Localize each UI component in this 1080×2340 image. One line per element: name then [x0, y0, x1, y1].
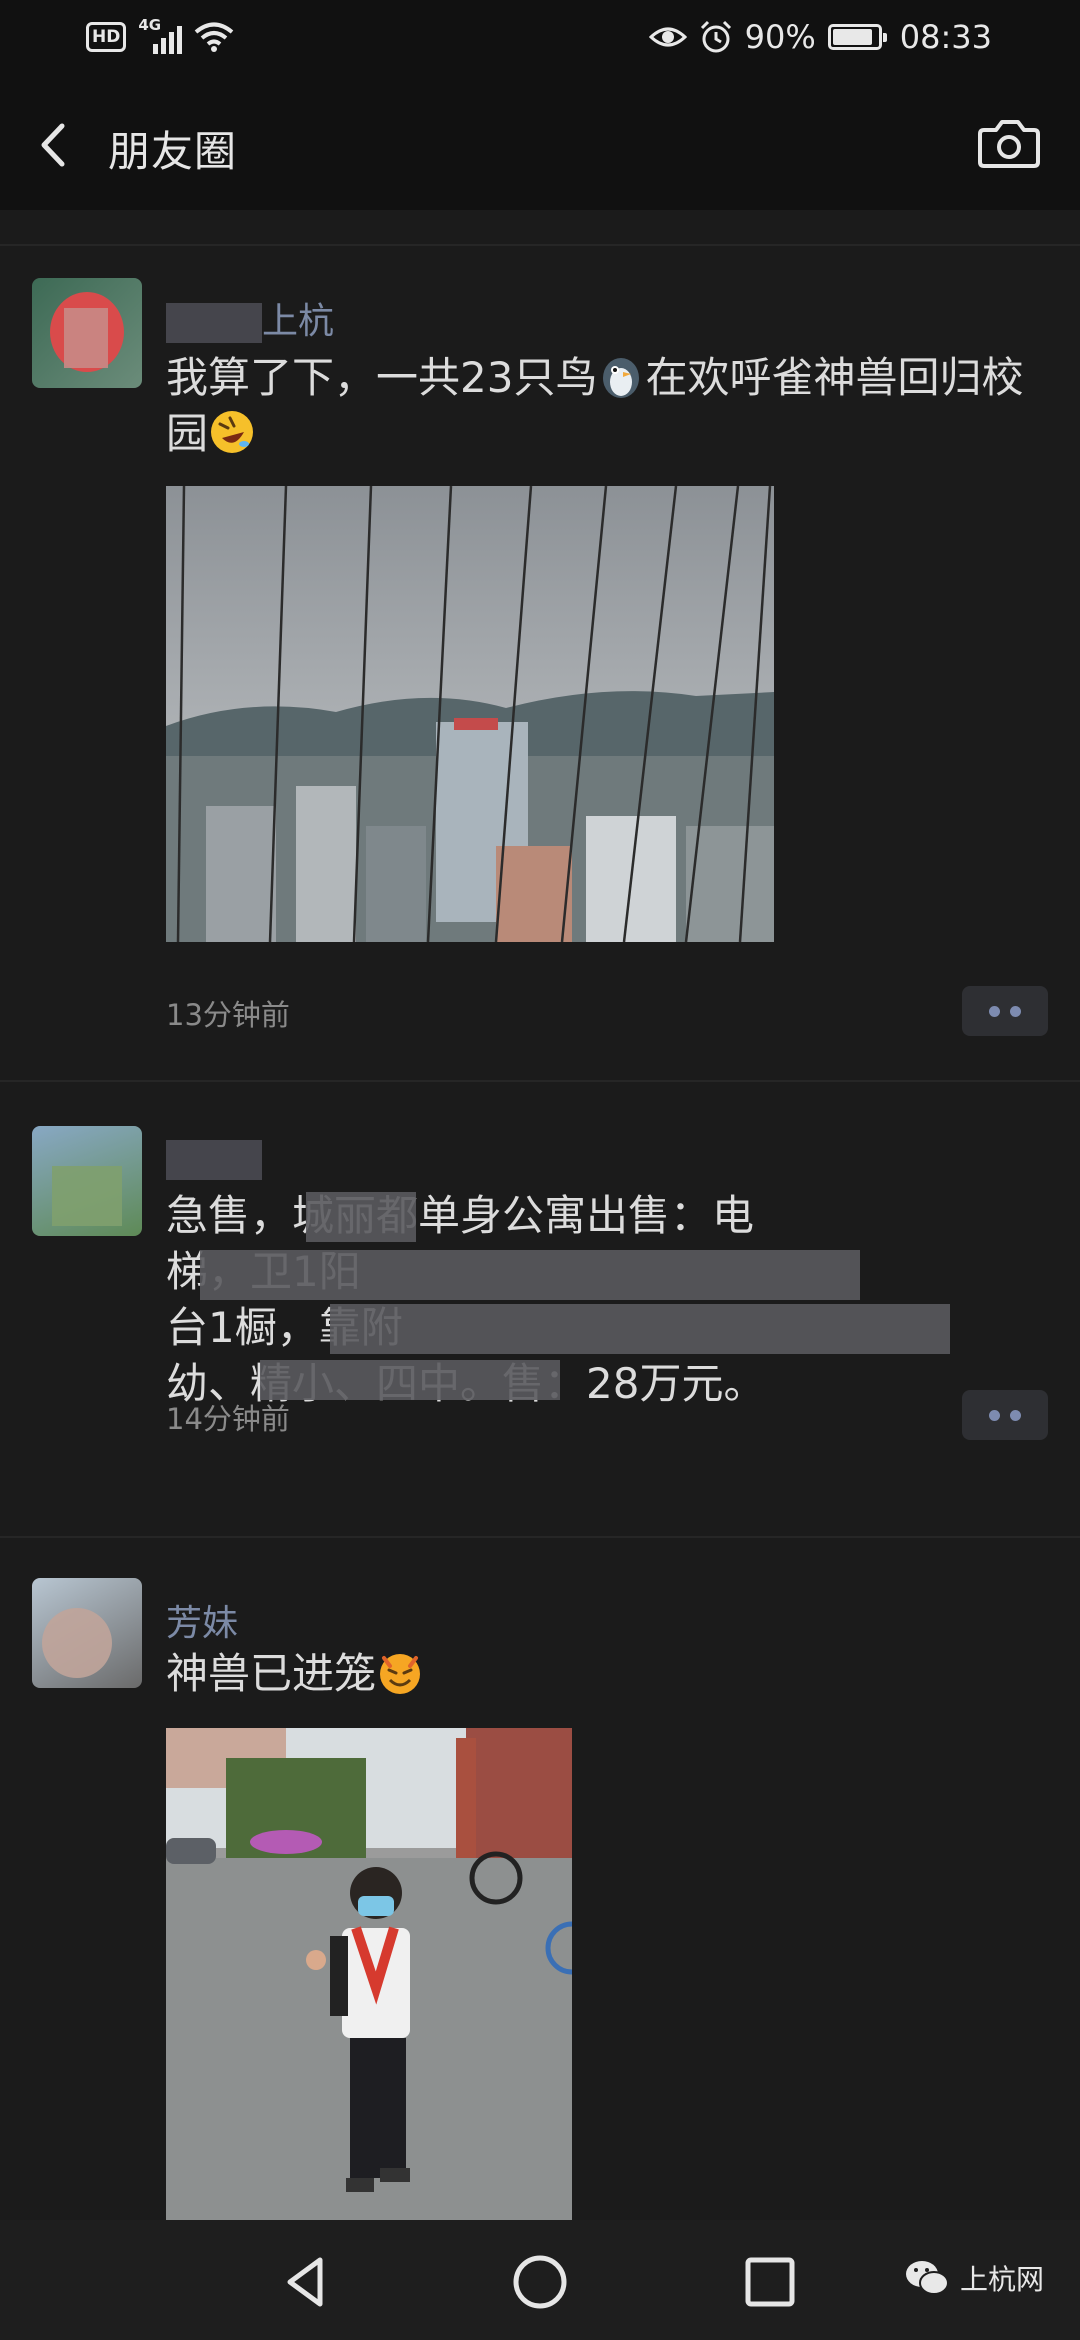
dot-icon [1010, 1409, 1021, 1421]
post-text: 我算了下，一共23只鸟 在欢呼雀神兽回归校园 [166, 353, 1024, 458]
nav-recents-button[interactable] [738, 2250, 802, 2314]
watermark-text: 上杭网 [959, 2263, 1044, 2296]
header: 朋友圈 [0, 80, 1080, 210]
avatar[interactable] [32, 1126, 142, 1236]
alarm-icon [700, 20, 731, 53]
comment-like-button[interactable] [962, 1390, 1048, 1440]
moments-feed[interactable]: 上杭 我算了下，一共23只鸟 在欢呼雀神兽回归校园 13分钟前 急售，城丽都单身… [0, 210, 1080, 2220]
divider [0, 244, 1080, 246]
penguin-emoji-icon [603, 358, 640, 398]
wifi-icon [195, 22, 234, 52]
rolling-laughing-emoji-icon [211, 411, 254, 453]
post-nickname[interactable] [166, 1138, 262, 1180]
page-title: 朋友圈 [108, 127, 238, 176]
wechat-logo-icon [905, 2261, 949, 2295]
post-photo[interactable] [166, 486, 774, 942]
battery-percent: 90% [744, 18, 816, 56]
system-navigation-bar: 上杭网 [0, 2220, 1080, 2340]
status-left: HD 4G [86, 16, 234, 54]
hd-badge: HD [86, 22, 127, 52]
battery-icon [827, 24, 887, 50]
post-photo[interactable] [166, 1728, 572, 2220]
triangle-back-icon [287, 2257, 323, 2307]
watermark: 上杭网 [904, 2258, 1044, 2298]
nav-home-button[interactable] [508, 2250, 572, 2314]
eye-comfort-icon [648, 27, 687, 47]
avatar[interactable] [32, 1578, 142, 1688]
post-nickname[interactable]: 芳妹 [166, 1594, 238, 1646]
battery-level [832, 29, 873, 45]
dot-icon [989, 1005, 1000, 1017]
chevron-left-icon [41, 123, 65, 167]
square-recents-icon [745, 2257, 795, 2307]
divider [0, 1536, 1080, 1538]
camera-icon [978, 120, 1040, 168]
avatar[interactable] [32, 278, 142, 388]
circle-home-icon [513, 2255, 567, 2309]
cellular-signal-icon: 4G [138, 16, 183, 54]
privacy-mosaic [260, 1360, 560, 1400]
comment-like-button[interactable] [962, 986, 1048, 1036]
privacy-mosaic [330, 1304, 950, 1354]
post-text: 神兽已进笼 [166, 1646, 1026, 1702]
privacy-mosaic [306, 1192, 416, 1242]
camera-button[interactable] [974, 112, 1044, 176]
post-time: 14分钟前 [166, 1402, 290, 1436]
nav-back-button[interactable] [276, 2250, 340, 2314]
dot-icon [989, 1409, 1000, 1421]
dot-icon [1010, 1005, 1021, 1017]
post-time: 13分钟前 [166, 998, 290, 1032]
privacy-mosaic [200, 1250, 860, 1300]
clock: 08:33 [899, 18, 992, 56]
back-button[interactable] [28, 110, 88, 180]
status-right: 90% 08:33 [648, 18, 992, 56]
divider [0, 1080, 1080, 1082]
post-nickname[interactable]: 上杭 [166, 292, 334, 344]
smiling-devil-emoji-icon [380, 1654, 421, 1694]
status-bar: HD 4G 90% 08:33 [0, 0, 1080, 80]
